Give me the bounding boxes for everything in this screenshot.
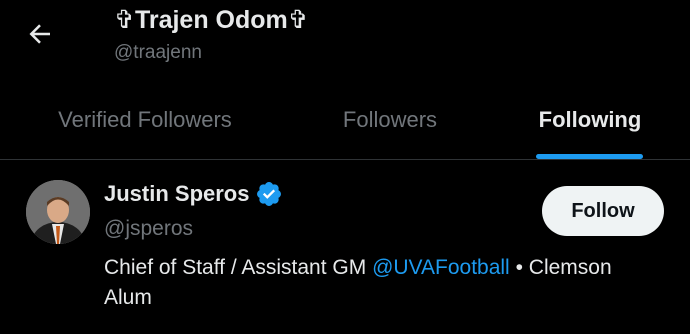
profile-header: ✞Trajen Odom✞ @traajenn	[0, 0, 690, 80]
profile-name: ✞Trajen Odom✞	[114, 6, 309, 34]
active-tab-indicator	[536, 154, 643, 159]
avatar[interactable]	[26, 180, 90, 244]
follow-button[interactable]: Follow	[542, 186, 664, 236]
tab-followers[interactable]: Followers	[290, 80, 490, 159]
tab-verified-followers[interactable]: Verified Followers	[0, 80, 290, 159]
user-list-item[interactable]: Justin Speros @jsperos Chief of Staff / …	[0, 161, 690, 334]
user-bio: Chief of Staff / Assistant GM @UVAFootba…	[104, 253, 664, 313]
bio-mention-link[interactable]: @UVAFootball	[372, 256, 510, 279]
user-name-text: Justin Speros	[104, 181, 250, 206]
bio-separator: •	[515, 256, 523, 279]
tab-following[interactable]: Following	[490, 80, 690, 159]
arrow-left-icon	[29, 24, 50, 44]
user-handle: @jsperos	[104, 217, 194, 240]
back-button[interactable]	[22, 18, 58, 50]
verified-badge-icon	[257, 182, 282, 206]
avatar-image	[26, 180, 90, 244]
tab-bar: Verified Followers Followers Following	[0, 80, 690, 160]
bio-text: Chief of Staff / Assistant GM	[104, 256, 367, 279]
user-name[interactable]: Justin Speros	[104, 179, 283, 209]
profile-handle: @traajenn	[114, 42, 202, 63]
